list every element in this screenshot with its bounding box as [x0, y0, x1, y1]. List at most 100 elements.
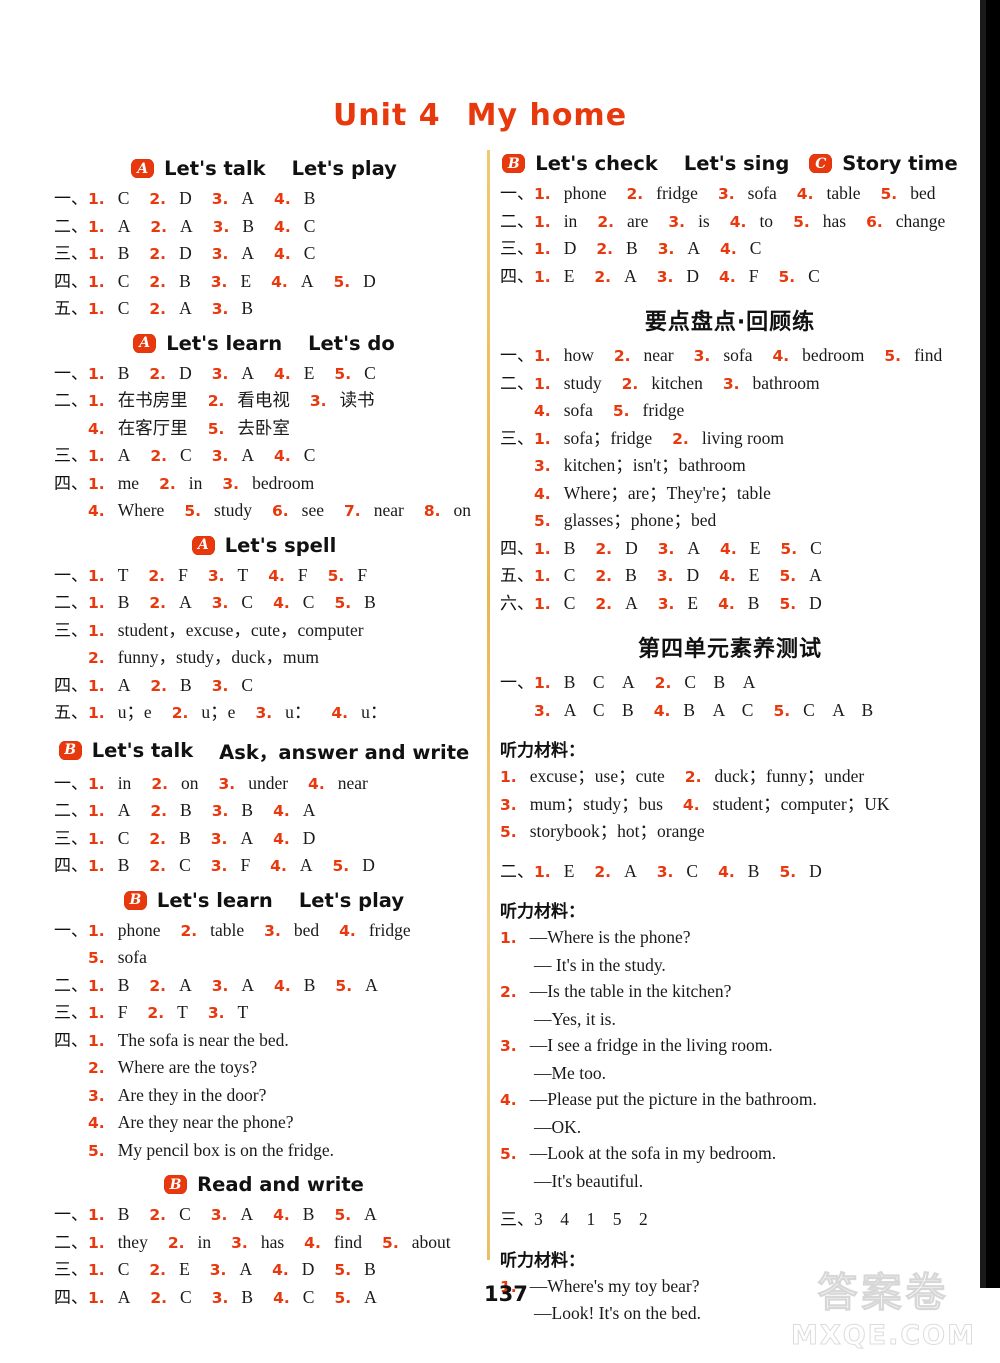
answer-item-number: 4.: [88, 502, 105, 520]
answer-value: B: [303, 974, 316, 995]
answer-value: A: [241, 188, 255, 208]
question-group-number: 三、: [500, 428, 534, 449]
question-group-number: 二、: [54, 216, 88, 237]
answer-value: E: [563, 860, 575, 881]
answer-value: C: [302, 1286, 315, 1307]
answer-value: D: [179, 188, 192, 208]
answer-value: A: [241, 974, 255, 995]
answer-item-number: 4.: [274, 364, 291, 383]
answer-item-number: 2.: [149, 857, 167, 875]
answer-value: find: [333, 1231, 363, 1252]
answer-item-number: 8.: [423, 502, 441, 520]
answer-value: C: [180, 1286, 192, 1307]
answer-line: 4. 在客厅里 5. 去卧室: [54, 415, 474, 443]
answer-item-number: 2.: [148, 566, 166, 585]
answer-value: F: [117, 1002, 128, 1022]
answer-line: 2. —Is the table in the kitchen?: [500, 978, 960, 1006]
answer-line: 5. storybook；hot；orange: [500, 818, 960, 846]
answer-line: 一、1. B 2. C 3. A 4. B 5. A: [54, 1201, 474, 1229]
answer-line: 四、1. B 2. C 3. F 4. A 5. D: [54, 852, 474, 880]
answer-item-number: 3.: [207, 566, 225, 585]
answer-value: C B A: [684, 672, 756, 692]
answer-item-number: 1.: [88, 976, 105, 995]
answer-value: bed: [293, 919, 320, 940]
answer-item-number: 1.: [88, 272, 105, 291]
answer-item-number: 1.: [88, 1206, 105, 1224]
answer-item-number: 5.: [612, 402, 630, 420]
answer-value: C: [303, 243, 316, 263]
answer-item-number: 3.: [211, 300, 229, 318]
answer-item-number: 3.: [88, 1086, 105, 1105]
answer-item-number: 3.: [668, 212, 686, 231]
question-group-number: 四、: [500, 538, 534, 559]
answer-value: how: [563, 345, 594, 365]
answer-line: 4. Are they near the phone?: [54, 1109, 474, 1137]
answer-line: 三、1. C 2. B 3. A 4. D: [54, 825, 474, 853]
answer-item-number: 4.: [729, 212, 747, 231]
answer-item-number: 4.: [653, 701, 671, 720]
answer-item-number: 1.: [88, 774, 105, 793]
answer-item-number: 2.: [149, 829, 167, 848]
listening-material-label: 听力材料：: [500, 741, 585, 761]
answer-item-number: 5.: [207, 419, 225, 438]
answer-item-number: 2.: [149, 1261, 167, 1279]
answer-item-number: 2.: [596, 240, 614, 258]
answer-item-number: 5.: [332, 857, 350, 875]
answer-item-number: 5.: [773, 701, 791, 720]
answer-value: T: [117, 564, 129, 585]
answer-value: C: [241, 592, 254, 612]
answer-item-number: 3.: [222, 474, 240, 493]
section-title-primary: Read and write: [197, 1173, 364, 1196]
answer-item-number: 5.: [334, 1206, 352, 1224]
answer-item-number: 3.: [657, 240, 675, 258]
answer-item-number: 1.: [534, 567, 551, 585]
answer-value: D: [362, 855, 375, 875]
scan-edge-outer: [986, 0, 1000, 1288]
answer-item-number: 2.: [595, 594, 613, 613]
answer-item-number: 1.: [88, 245, 105, 263]
answer-item-number: 3.: [656, 567, 674, 585]
answer-value: B: [625, 565, 637, 585]
answer-line: 一、1. T 2. F 3. T 4. F 5. F: [54, 562, 474, 590]
answer-item-number: 2.: [684, 768, 702, 786]
answer-value: D: [686, 565, 700, 585]
section-heading: B Read and write: [54, 1173, 474, 1196]
answer-item-number: 2.: [150, 676, 168, 695]
section-title-secondary: Let's sing: [683, 152, 790, 175]
question-group-number: 一、: [54, 189, 88, 209]
answer-value: Are they in the door?: [117, 1084, 267, 1105]
answer-value: D: [625, 537, 638, 558]
answer-item-number: 3.: [211, 976, 229, 995]
answer-value: 去卧室: [237, 417, 290, 438]
answer-value: Where；are；They're；table: [563, 482, 771, 503]
answer-item-number: 4.: [308, 774, 325, 793]
answer-line: 三、1. A 2. C 3. A 4. C: [54, 442, 474, 470]
answer-value: on: [453, 500, 472, 520]
answer-line: —OK.: [500, 1114, 960, 1141]
answer-item-number: 1.: [88, 621, 105, 640]
answer-item-number: 1.: [534, 185, 551, 203]
answer-value: phone: [117, 919, 161, 940]
answer-value: A: [179, 298, 192, 318]
answer-item-number: 5.: [327, 566, 345, 585]
section-title-primary: Let's learn: [166, 331, 283, 355]
answer-item-number: 3.: [656, 267, 674, 286]
answer-value: My pencil box is on the fridge.: [117, 1139, 334, 1160]
answer-value: D: [686, 265, 700, 286]
section-heading: B Let's check Let's sing C Story time: [500, 152, 960, 175]
answer-value: A: [624, 265, 637, 286]
answer-value: Where: [117, 500, 165, 520]
answer-line: 5. glasses；phone；bed: [500, 507, 960, 535]
answer-value: — It's in the study.: [534, 954, 666, 975]
answer-line: 1. —Where is the phone?: [500, 924, 960, 952]
answer-item-number: 1.: [88, 392, 105, 410]
answer-value: living room: [701, 427, 784, 448]
answer-item-number: 3.: [211, 1288, 229, 1307]
answer-line: 三、1. D 2. B 3. A 4. C: [500, 235, 960, 263]
answer-value: F: [178, 564, 188, 585]
answer-line: 4. Where 5. study 6. see 7. near 8. on: [54, 497, 474, 525]
answer-value: excuse；use；cute: [529, 766, 665, 786]
answer-item-number: 6.: [866, 212, 883, 231]
answer-value: C: [808, 265, 820, 286]
answer-item-number: 6.: [271, 502, 289, 520]
